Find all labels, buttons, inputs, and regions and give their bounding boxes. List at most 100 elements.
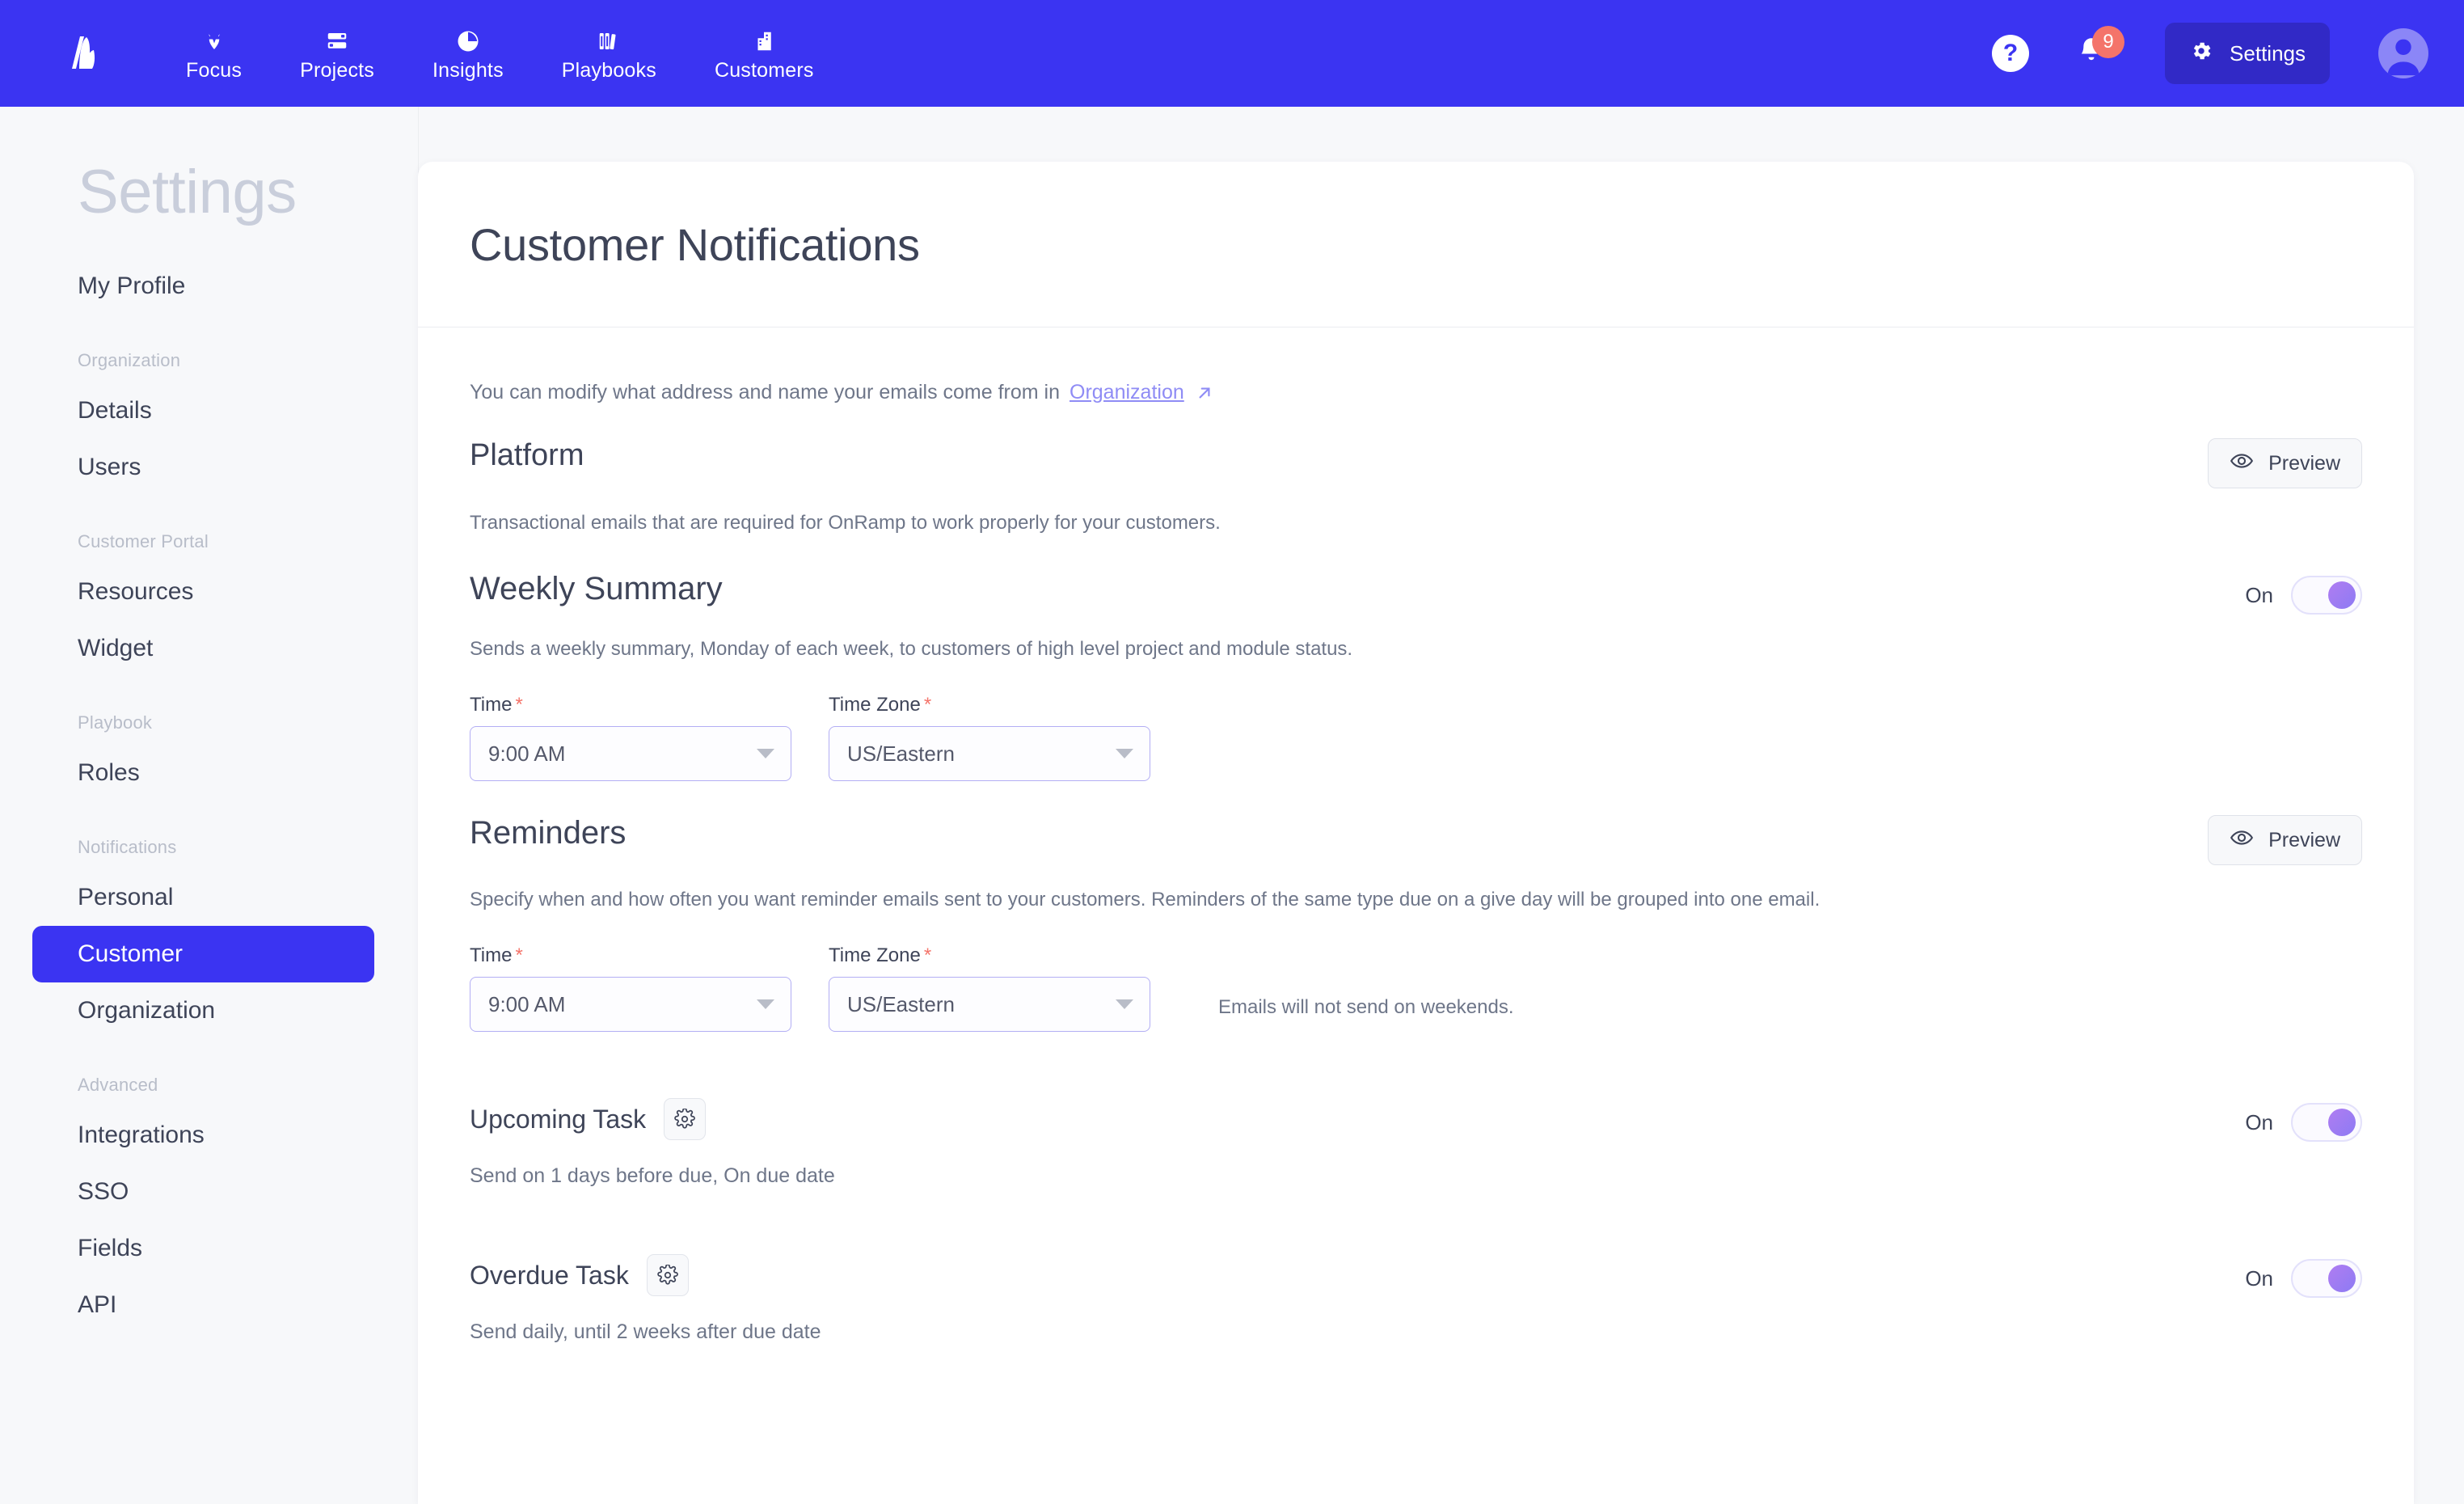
platform-description: Transactional emails that are required f… (470, 512, 1221, 534)
sidebar-item-organization[interactable]: Organization (32, 982, 374, 1039)
sidebar-label: SSO (78, 1178, 129, 1205)
weekly-summary-toggle-group: On (2245, 576, 2362, 615)
reminders-preview-label: Preview (2268, 828, 2340, 851)
overdue-task-description: Send daily, until 2 weeks after due date (470, 1320, 821, 1343)
overdue-task-toggle-state: On (2245, 1265, 2273, 1291)
reminders-timezone-label: Time Zone * (829, 944, 1150, 967)
reminders-timezone-field: Time Zone * US/Eastern (829, 944, 1150, 1032)
playbooks-books-icon (597, 26, 621, 53)
reminders-preview-button[interactable]: Preview (2208, 815, 2362, 865)
user-avatar-icon[interactable] (2378, 28, 2428, 78)
required-asterisk: * (515, 694, 523, 716)
sidebar-label: Integrations (78, 1122, 205, 1148)
weekly-summary-title: Weekly Summary (470, 571, 723, 606)
nav-item-playbooks[interactable]: Playbooks (533, 26, 686, 82)
bell-icon (2074, 38, 2108, 73)
selected-value: US/Eastern (847, 741, 955, 766)
upcoming-task-settings-gear-icon[interactable] (664, 1098, 707, 1140)
focus-icon (202, 26, 226, 53)
required-asterisk: * (515, 944, 523, 966)
sidebar-wordmark: Settings (78, 158, 297, 226)
eye-icon (2230, 452, 2254, 475)
required-asterisk: * (923, 944, 932, 966)
modify-note-text: You can modify what address and name you… (470, 381, 1060, 403)
upcoming-task-toggle[interactable] (2291, 1103, 2362, 1142)
overdue-task-title: Overdue Task (470, 1260, 629, 1290)
sidebar-item-api[interactable]: API (32, 1277, 374, 1333)
reminders-time-label: Time * (470, 944, 791, 967)
sidebar-item-roles[interactable]: Roles (32, 745, 374, 801)
sidebar-group-customer-portal: Customer Portal (78, 531, 209, 551)
reminders-time-field: Time * 9:00 AM (470, 944, 791, 1032)
reminders-timezone-select[interactable]: US/Eastern (829, 977, 1150, 1032)
sidebar-label: Personal (78, 884, 174, 910)
nav-label-insights: Insights (432, 58, 504, 82)
reminders-time-select[interactable]: 9:00 AM (470, 977, 791, 1032)
sidebar-item-customer[interactable]: Customer (32, 926, 374, 982)
sidebar-label: Details (78, 397, 152, 424)
chevron-down-icon (1116, 999, 1133, 1009)
modify-from-address-note: You can modify what address and name you… (470, 327, 2362, 404)
label-text: Time Zone (829, 694, 921, 716)
upcoming-task-toggle-group: On (2245, 1103, 2362, 1142)
main-nav-items: Focus Projects Insights Playbooks Custom… (157, 26, 843, 82)
sidebar-item-fields[interactable]: Fields (32, 1220, 374, 1277)
projects-icon (325, 26, 349, 53)
label-text: Time Zone (829, 944, 921, 966)
nav-item-customers[interactable]: Customers (686, 26, 843, 82)
weekly-summary-timezone-select[interactable]: US/Eastern (829, 726, 1150, 781)
toggle-knob (2328, 1265, 2356, 1292)
sidebar-group-playbook: Playbook (78, 712, 153, 733)
card-header: Customer Notifications (418, 162, 2414, 327)
sidebar-item-users[interactable]: Users (32, 439, 374, 496)
sidebar-item-details[interactable]: Details (32, 382, 374, 439)
settings-button[interactable]: Settings (2165, 23, 2330, 84)
sidebar-group-advanced: Advanced (78, 1075, 158, 1095)
weekly-summary-fields: Time * 9:00 AM Time Zone * US/Eastern (470, 694, 2362, 781)
overdue-task-header: Overdue Task (470, 1254, 821, 1296)
weekly-summary-time-select[interactable]: 9:00 AM (470, 726, 791, 781)
upcoming-task-header: Upcoming Task (470, 1098, 835, 1140)
sidebar-item-widget[interactable]: Widget (32, 620, 374, 677)
upcoming-task-title: Upcoming Task (470, 1104, 647, 1134)
reminders-header-row: Reminders Preview (470, 781, 2362, 865)
platform-preview-button[interactable]: Preview (2208, 438, 2362, 488)
sidebar-group-notifications: Notifications (78, 837, 177, 857)
required-asterisk: * (923, 694, 932, 716)
page-title: Customer Notifications (470, 218, 920, 270)
reminders-title: Reminders (470, 815, 627, 851)
platform-title: Platform (470, 438, 584, 472)
overdue-task-settings-gear-icon[interactable] (646, 1254, 689, 1296)
customers-building-icon (752, 26, 776, 53)
onramp-logo-icon[interactable] (42, 28, 123, 78)
selected-value: US/Eastern (847, 991, 955, 1016)
nav-label-focus: Focus (186, 58, 243, 82)
sidebar-item-resources[interactable]: Resources (32, 564, 374, 620)
help-question-mark-icon[interactable]: ? (1992, 35, 2030, 72)
toggle-knob (2328, 581, 2356, 609)
nav-right-actions: ? 9 Settings (1992, 0, 2428, 107)
sidebar-item-personal[interactable]: Personal (32, 869, 374, 926)
nav-item-projects[interactable]: Projects (271, 26, 403, 82)
weekly-summary-toggle-state: On (2245, 582, 2273, 607)
sidebar-item-my-profile[interactable]: My Profile (32, 258, 374, 315)
card-body: You can modify what address and name you… (418, 327, 2414, 1344)
reminders-description: Specify when and how often you want remi… (470, 889, 1821, 910)
settings-button-label: Settings (2230, 40, 2306, 65)
gear-icon (2189, 39, 2213, 69)
reminders-fields: Time * 9:00 AM Time Zone * US/Eastern Emai… (470, 944, 2362, 1032)
main-content-card: Customer Notifications You can modify wh… (418, 162, 2414, 1504)
external-link-arrow-icon[interactable] (1194, 382, 1215, 403)
sidebar-item-integrations[interactable]: Integrations (32, 1107, 374, 1164)
selected-value: 9:00 AM (488, 991, 566, 1016)
upcoming-task-toggle-state: On (2245, 1109, 2273, 1134)
nav-item-insights[interactable]: Insights (403, 26, 533, 82)
sidebar-nav-list: My Profile Organization Details Users Cu… (0, 258, 418, 1333)
notifications-bell-button[interactable]: 9 (2074, 26, 2125, 74)
weekly-summary-toggle[interactable] (2291, 576, 2362, 615)
organization-link[interactable]: Organization (1070, 381, 1184, 404)
sidebar-item-sso[interactable]: SSO (32, 1164, 374, 1220)
upcoming-task-row: Upcoming Task Send on 1 days before due,… (470, 1098, 2362, 1188)
nav-item-focus[interactable]: Focus (157, 26, 271, 82)
overdue-task-toggle[interactable] (2291, 1259, 2362, 1298)
